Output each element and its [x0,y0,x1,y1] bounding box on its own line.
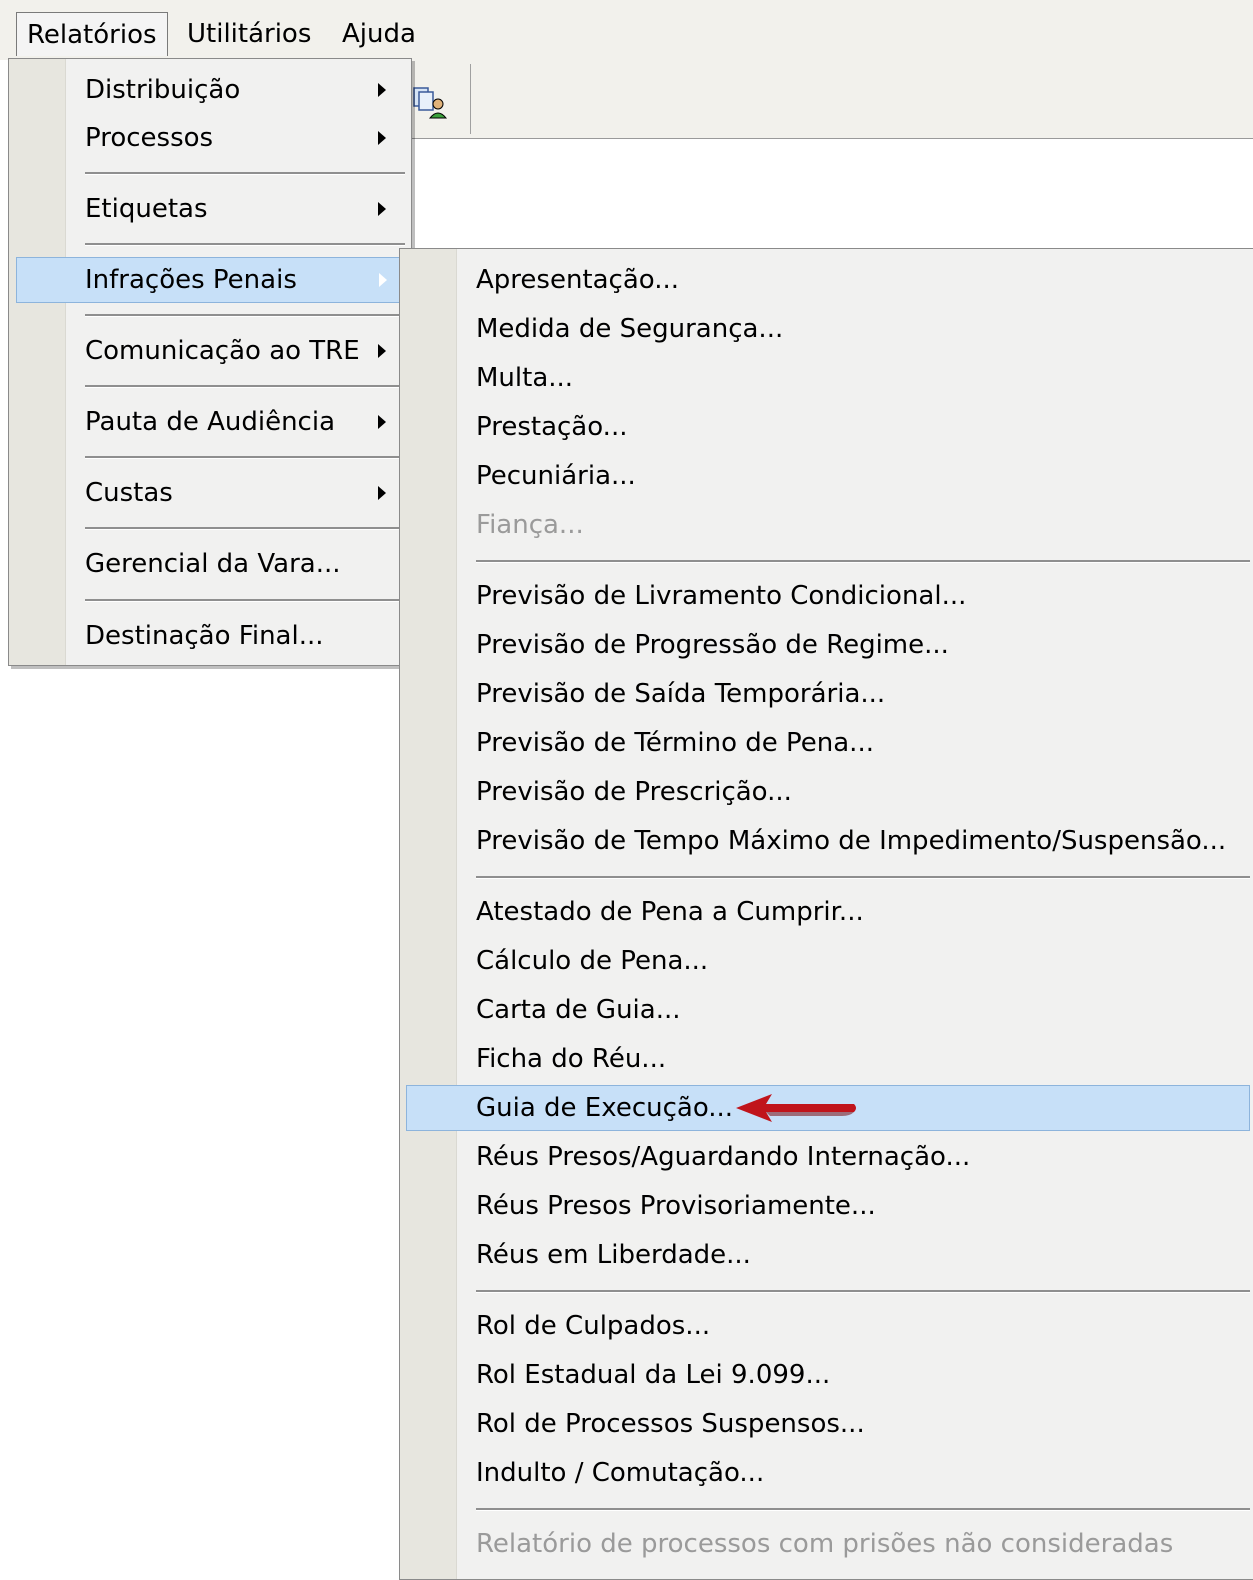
menu-item-carta-guia[interactable]: Carta de Guia... [400,987,1253,1033]
menu-item-relatorio-prisoes: Relatório de processos com prisões não c… [400,1521,1253,1567]
menu-item-label: Previsão de Livramento Condicional... [476,581,967,611]
menu-item-label: Pecuniária... [476,461,636,491]
menu-item-rol-culpados[interactable]: Rol de Culpados... [400,1303,1253,1349]
chevron-right-icon [379,273,387,287]
menu-item-ficha-reu[interactable]: Ficha do Réu... [400,1036,1253,1082]
menu-item-pecuniaria[interactable]: Pecuniária... [400,453,1253,499]
menu-separator [85,599,405,602]
menu-separator [85,385,405,388]
menu-separator [476,560,1250,563]
menu-item-reus-liberdade[interactable]: Réus em Liberdade... [400,1232,1253,1278]
menu-item-pauta-audiencia[interactable]: Pauta de Audiência [9,399,411,445]
menu-item-label: Guia de Execução... [476,1093,734,1123]
menu-item-label: Distribuição [85,75,241,105]
menu-separator [85,456,405,459]
toolbar-separator [470,64,471,134]
menu-separator [85,314,405,317]
toolbar [400,60,1253,139]
menu-item-label: Previsão de Saída Temporária... [476,679,886,709]
menu-separator [476,1290,1250,1293]
menu-item-label: Indulto / Comutação... [476,1458,765,1488]
menu-item-label: Prestação... [476,412,628,442]
menu-item-atestado-pena[interactable]: Atestado de Pena a Cumprir... [400,889,1253,935]
menu-item-label: Gerencial da Vara... [85,549,341,579]
menu-item-previsao-prescricao[interactable]: Previsão de Prescrição... [400,769,1253,815]
menu-item-reus-presos-provisoriamente[interactable]: Réus Presos Provisoriamente... [400,1183,1253,1229]
menu-separator [85,243,405,246]
menu-item-label: Relatório de processos com prisões não c… [476,1529,1174,1559]
menu-item-label: Cálculo de Pena... [476,946,709,976]
menu-item-apresentacao[interactable]: Apresentação... [400,257,1253,303]
menu-item-previsao-termino[interactable]: Previsão de Término de Pena... [400,720,1253,766]
menu-relatorios[interactable]: Relatórios [16,12,168,56]
menu-item-label: Pauta de Audiência [85,407,335,437]
menu-item-label: Previsão de Tempo Máximo de Impedimento/… [476,826,1227,856]
menubar: Relatórios Utilitários Ajuda [0,0,1253,60]
menu-item-etiquetas[interactable]: Etiquetas [9,186,411,232]
menu-separator [476,1508,1250,1511]
menu-item-label: Réus Presos Provisoriamente... [476,1191,876,1221]
menu-item-rol-processos-suspensos[interactable]: Rol de Processos Suspensos... [400,1401,1253,1447]
menu-item-comunicacao-tre[interactable]: Comunicação ao TRE [9,328,411,374]
relatorios-menu: Distribuição Processos Etiquetas Infraçõ… [8,58,412,666]
menu-item-label: Atestado de Pena a Cumprir... [476,897,864,927]
menu-item-label: Medida de Segurança... [476,314,784,344]
menu-item-label: Previsão de Término de Pena... [476,728,874,758]
menu-item-label: Etiquetas [85,194,208,224]
menu-item-reus-presos-aguardando[interactable]: Réus Presos/Aguardando Internação... [400,1134,1253,1180]
menu-item-label: Destinação Final... [85,621,324,651]
menu-item-label: Ficha do Réu... [476,1044,667,1074]
menu-item-calculo-pena[interactable]: Cálculo de Pena... [400,938,1253,984]
menu-item-label: Previsão de Progressão de Regime... [476,630,949,660]
menu-item-label: Fiança... [476,510,584,540]
menu-item-custas[interactable]: Custas [9,470,411,516]
chevron-right-icon [378,344,386,358]
menu-item-indulto-comutacao[interactable]: Indulto / Comutação... [400,1450,1253,1496]
menu-item-destinacao-final[interactable]: Destinação Final... [9,613,411,659]
infracoes-penais-submenu: Apresentação... Medida de Segurança... M… [399,248,1253,1580]
users-copy-icon[interactable] [410,82,450,122]
menu-item-fianca: Fiança... [400,502,1253,548]
menu-item-label: Comunicação ao TRE [85,336,360,366]
menu-item-label: Processos [85,123,214,153]
menu-item-medida-seguranca[interactable]: Medida de Segurança... [400,306,1253,352]
menu-item-multa[interactable]: Multa... [400,355,1253,401]
menu-item-label: Rol Estadual da Lei 9.099... [476,1360,831,1390]
menu-item-label: Custas [85,478,173,508]
chevron-right-icon [378,131,386,145]
menu-item-label: Rol de Culpados... [476,1311,711,1341]
menu-separator [85,172,405,175]
menu-item-previsao-tempo-maximo[interactable]: Previsão de Tempo Máximo de Impedimento/… [400,818,1253,864]
menu-utilitarios[interactable]: Utilitários [177,12,319,56]
menu-separator [476,876,1250,879]
chevron-right-icon [378,415,386,429]
menu-item-label: Multa... [476,363,574,393]
menu-item-label: Réus em Liberdade... [476,1240,751,1270]
menu-item-label: Rol de Processos Suspensos... [476,1409,865,1439]
menu-item-processos[interactable]: Processos [9,115,411,161]
menu-item-gerencial-vara[interactable]: Gerencial da Vara... [9,541,411,587]
menu-item-previsao-saida[interactable]: Previsão de Saída Temporária... [400,671,1253,717]
menu-item-label: Previsão de Prescrição... [476,777,792,807]
menu-item-label: Infrações Penais [85,265,297,295]
menu-item-previsao-livramento[interactable]: Previsão de Livramento Condicional... [400,573,1253,619]
menu-separator [85,527,405,530]
menu-item-label: Apresentação... [476,265,680,295]
chevron-right-icon [378,486,386,500]
menu-item-previsao-progressao[interactable]: Previsão de Progressão de Regime... [400,622,1253,668]
menu-item-rol-estadual[interactable]: Rol Estadual da Lei 9.099... [400,1352,1253,1398]
menu-item-label: Réus Presos/Aguardando Internação... [476,1142,971,1172]
menu-item-label: Carta de Guia... [476,995,681,1025]
chevron-right-icon [378,83,386,97]
menu-item-prestacao[interactable]: Prestação... [400,404,1253,450]
chevron-right-icon [378,202,386,216]
menu-item-distribuicao[interactable]: Distribuição [9,67,411,113]
menu-item-infracoes-penais[interactable]: Infrações Penais [16,257,407,303]
red-arrow-icon [736,1094,856,1122]
menu-ajuda[interactable]: Ajuda [332,12,422,56]
